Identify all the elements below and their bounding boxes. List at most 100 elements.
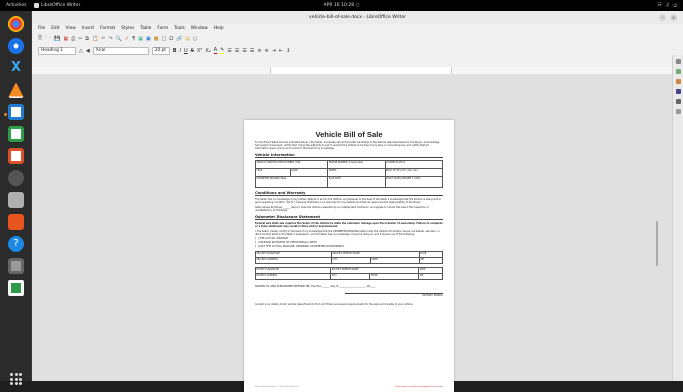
system-tray[interactable]: ☷ ♫ ⏻ <box>657 3 677 9</box>
highlight-icon[interactable]: ✎ <box>220 47 225 54</box>
menu-view[interactable]: View <box>66 24 76 33</box>
chart-icon[interactable]: ▩ <box>154 36 159 42</box>
italic-button[interactable]: I <box>180 48 181 54</box>
window-titlebar[interactable]: vehicle-bill-of-sale.docx - LibreOffice … <box>32 11 683 24</box>
table-cell[interactable]: LICENSE PLATE # <box>384 159 444 169</box>
line-spacing-icon[interactable]: ↕ <box>286 48 290 54</box>
disk-icon[interactable] <box>8 258 24 274</box>
subscript-button[interactable]: X₂ <box>205 48 210 54</box>
menu-insert[interactable]: Insert <box>82 24 94 33</box>
browser-icon[interactable] <box>8 38 24 54</box>
document-canvas[interactable]: Vehicle Bill of Sale For the Exact Sales… <box>32 74 672 392</box>
volume-icon[interactable]: ♫ <box>665 3 669 9</box>
footer-right[interactable]: https://www.vertex42.com/legal/bill-of-s… <box>395 386 443 388</box>
menu-table[interactable]: Table <box>140 24 151 33</box>
open-icon[interactable]: 🗁 <box>45 35 51 43</box>
checkbox-row[interactable]: [ ] NOT THE ACTUAL MILEAGE. WARNING: ODO… <box>255 245 443 248</box>
styles-icon[interactable] <box>676 69 681 74</box>
menu-file[interactable]: File <box>38 24 45 33</box>
table-cell[interactable]: SALE DATE <box>327 175 386 188</box>
update-style-icon[interactable]: △ <box>79 48 83 54</box>
table-cell[interactable]: ODOMETER READING Miles <box>254 175 329 188</box>
table-cell[interactable]: STATE <box>369 272 420 280</box>
power-icon[interactable]: ⏻ <box>673 3 677 9</box>
table-cell[interactable]: VEHICLE IDENTIFICATION NUMBER (VIN) <box>254 159 329 169</box>
document-page[interactable]: Vehicle Bill of Sale For the Exact Sales… <box>244 120 454 392</box>
justify-icon[interactable]: ☰ <box>250 48 254 54</box>
menu-window[interactable]: Window <box>191 24 208 33</box>
minimize-icon[interactable]: – <box>659 14 666 21</box>
checkbox-row[interactable]: [ ] THE ACTUAL MILEAGE <box>255 237 443 240</box>
font-name-select[interactable]: Arial <box>92 46 149 55</box>
files-icon[interactable] <box>8 192 24 208</box>
print-icon[interactable]: ⎙ <box>71 36 75 42</box>
vertical-scrollbar[interactable] <box>656 221 658 266</box>
show-apps-icon[interactable] <box>10 373 22 385</box>
horizontal-ruler[interactable] <box>32 67 672 74</box>
underline-button[interactable]: U <box>184 48 188 54</box>
indent-icon[interactable]: ⇥ <box>272 48 276 54</box>
close-icon[interactable]: × <box>670 14 677 21</box>
special-char-icon[interactable]: Ω <box>169 36 173 42</box>
menu-styles[interactable]: Styles <box>121 24 134 33</box>
table-cell[interactable]: YEAR <box>254 167 292 177</box>
cut-icon[interactable]: ✂ <box>78 36 82 42</box>
spellcheck-icon[interactable]: ✓ <box>125 36 129 42</box>
table-cell[interactable]: ENGINE NUMBER (if applicable) <box>327 159 386 169</box>
bullets-icon[interactable]: ≡ <box>257 48 261 54</box>
numbering-icon[interactable]: ≡ <box>265 48 269 54</box>
page-icon[interactable] <box>676 99 681 104</box>
vlc-icon[interactable] <box>8 82 24 98</box>
menu-form[interactable]: Form <box>157 24 168 33</box>
navigator-icon[interactable] <box>676 89 681 94</box>
checkbox-row[interactable]: [ ] MILEAGE IN EXCESS OF MECHANICAL LIMI… <box>255 241 443 244</box>
vscode-icon[interactable]: X <box>8 60 24 76</box>
shapes-icon[interactable]: ○ <box>193 36 197 42</box>
table-cell[interactable]: STATE <box>369 256 420 264</box>
clock[interactable]: APR 16 10:28 ○ <box>0 3 683 8</box>
font-size-select[interactable]: 20 pt <box>151 46 170 55</box>
table-icon[interactable]: ▦ <box>138 36 143 42</box>
properties-icon[interactable] <box>676 59 681 64</box>
align-left-icon[interactable]: ☰ <box>227 48 231 54</box>
style-inspector-icon[interactable] <box>676 109 681 114</box>
impress-icon[interactable] <box>8 148 24 164</box>
paste-icon[interactable]: 📋 <box>92 36 98 42</box>
superscript-button[interactable]: X² <box>197 48 202 54</box>
find-icon[interactable]: 🔍 <box>116 36 122 42</box>
font-color-button[interactable]: A <box>213 47 218 54</box>
writer-app-icon[interactable] <box>4 104 24 120</box>
bold-button[interactable]: B <box>173 48 177 54</box>
textbox-icon[interactable]: □ <box>161 36 166 42</box>
table-cell[interactable]: ZIP <box>418 256 444 264</box>
align-right-icon[interactable]: ☰ <box>242 48 246 54</box>
gallery-icon[interactable] <box>676 79 681 84</box>
save-icon[interactable]: 💾 <box>54 36 60 42</box>
table-cell[interactable]: EXACT SALES AMOUNT $ (USD) <box>384 175 444 188</box>
new-style-icon[interactable]: ◀ <box>86 48 90 54</box>
new-icon[interactable]: 🗎 <box>38 35 42 43</box>
align-center-icon[interactable]: ☰ <box>235 48 239 54</box>
network-icon[interactable]: ☷ <box>657 3 661 9</box>
menu-format[interactable]: Format <box>100 24 115 33</box>
table-cell[interactable]: SELLER'S ADDRESS <box>255 256 332 264</box>
comment-icon[interactable]: ▤ <box>185 36 190 42</box>
trash-icon[interactable] <box>8 280 24 296</box>
pilcrow-icon[interactable]: ¶ <box>132 36 135 42</box>
table-cell[interactable]: BUYER'S ADDRESS <box>254 272 332 280</box>
strikethrough-button[interactable]: S <box>191 48 194 54</box>
table-cell[interactable]: BODY STYLE (2-Dr, 4-Dr, etc.) <box>384 167 444 177</box>
table-cell[interactable]: CITY <box>330 272 371 280</box>
table-cell[interactable]: ZIP <box>418 272 443 280</box>
table-cell[interactable]: CITY <box>330 256 371 264</box>
table-cell[interactable]: MAKE <box>290 167 329 177</box>
outdent-icon[interactable]: ⇤ <box>279 48 283 54</box>
link-icon[interactable]: 🔗 <box>176 36 182 42</box>
image-icon[interactable]: ▣ <box>146 36 151 42</box>
redo-icon[interactable]: ↷ <box>108 36 112 42</box>
calc-icon[interactable] <box>8 126 24 142</box>
gimp-icon[interactable] <box>8 170 24 186</box>
menu-help[interactable]: Help <box>214 24 224 33</box>
help-icon[interactable]: ? <box>8 236 24 252</box>
menu-edit[interactable]: Edit <box>51 24 59 33</box>
